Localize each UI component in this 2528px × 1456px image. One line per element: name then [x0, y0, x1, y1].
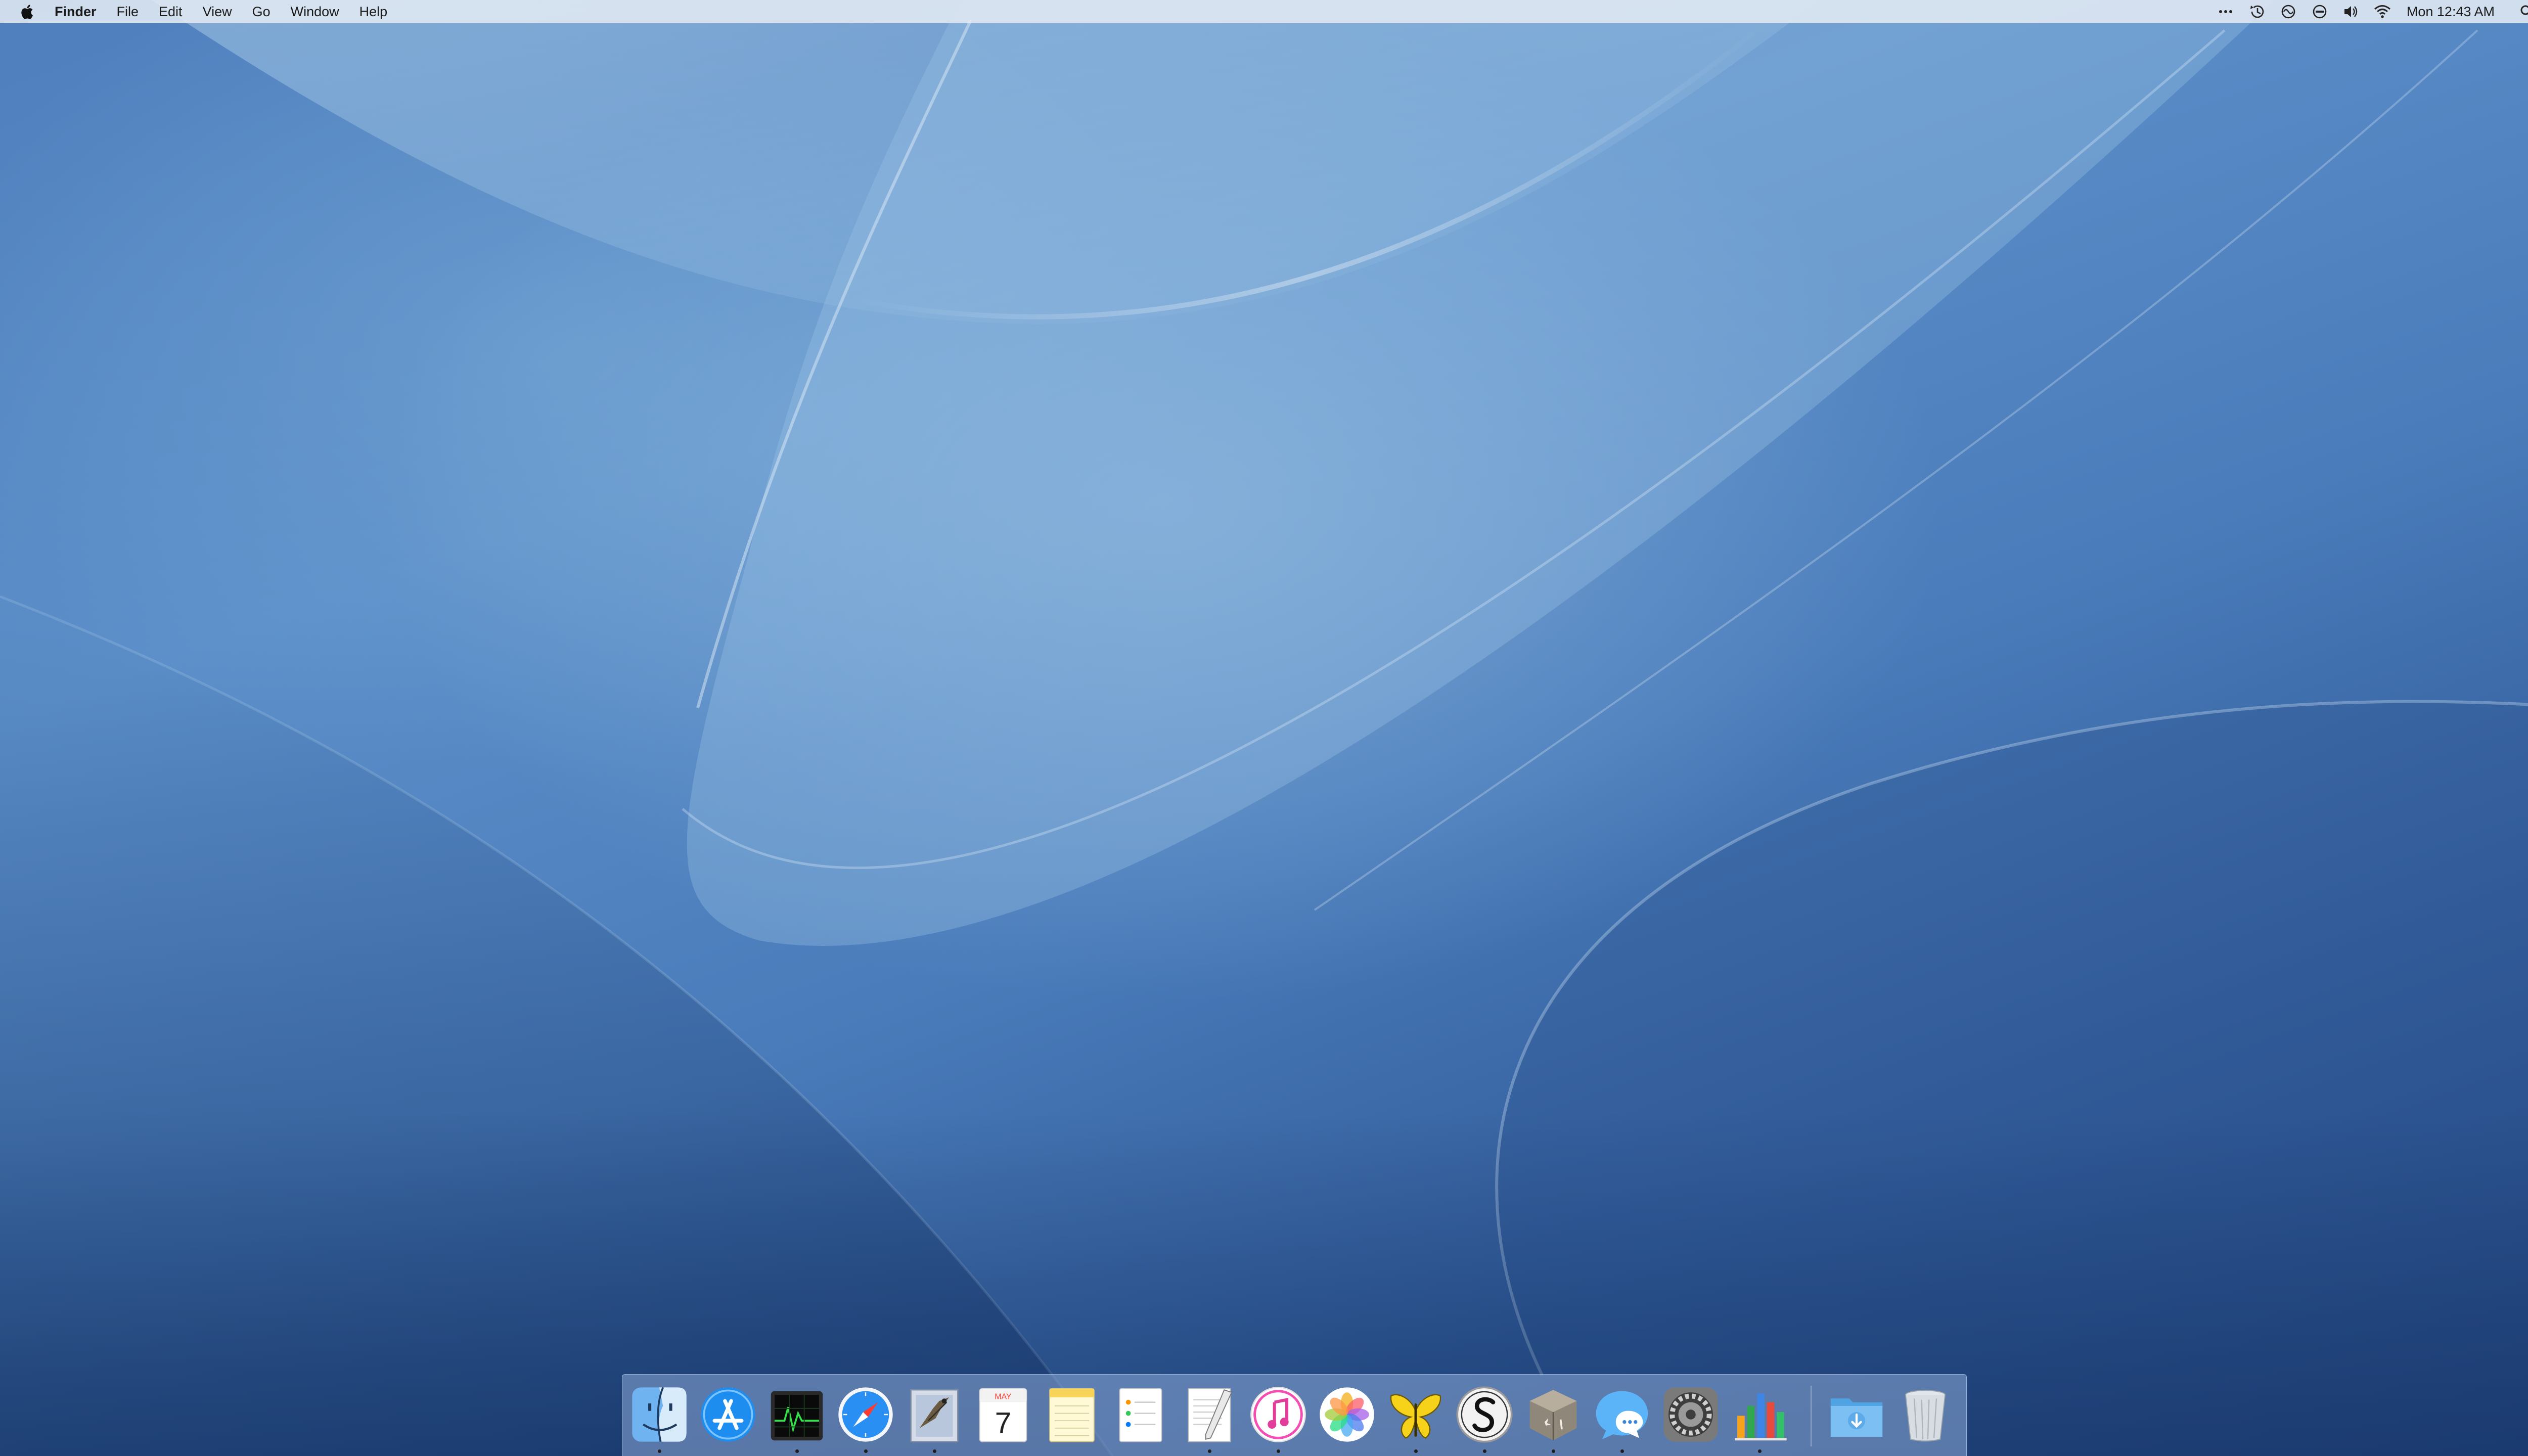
menu-edit[interactable]: Edit [159, 0, 183, 23]
desktop: Finder File Edit View Go Window Help Mon… [0, 0, 2528, 1456]
menu-clock[interactable]: Mon 12:43 AM [2407, 4, 2495, 20]
menu-view[interactable]: View [203, 0, 232, 23]
messages-icon [1596, 1391, 1648, 1439]
dock-system-preferences[interactable] [1660, 1384, 1722, 1445]
spotlight-icon[interactable] [2517, 2, 2528, 22]
dock-scrivener[interactable] [1454, 1384, 1515, 1453]
scrivener-icon [1456, 1386, 1513, 1443]
menu-go[interactable]: Go [252, 0, 270, 23]
running-indicator [1277, 1449, 1280, 1453]
numbers-icon [1735, 1393, 1787, 1441]
siri-icon[interactable] [2278, 2, 2298, 22]
dock-archive-utility[interactable] [1522, 1384, 1584, 1453]
butterfly-icon [1390, 1394, 1441, 1439]
calendar-day: 7 [995, 1407, 1012, 1440]
dock: MAY 7 [622, 1374, 1967, 1456]
running-indicator [1620, 1449, 1624, 1453]
menu-bar: Finder File Edit View Go Window Help Mon… [0, 0, 2528, 23]
menu-app-name[interactable]: Finder [55, 0, 97, 23]
dock-numbers[interactable] [1729, 1384, 1790, 1453]
finder-icon [632, 1387, 687, 1442]
running-indicator [933, 1449, 936, 1453]
trash-icon [1905, 1390, 1946, 1442]
running-indicator [1758, 1449, 1762, 1453]
textedit-icon [1188, 1388, 1233, 1442]
dock-app-store[interactable] [697, 1384, 759, 1445]
running-indicator [795, 1449, 799, 1453]
gear-icon [1663, 1387, 1718, 1442]
more-dots-icon[interactable] [2216, 2, 2236, 22]
dock-reminders[interactable] [1110, 1384, 1171, 1445]
wallpaper-waves [0, 0, 2528, 1456]
notes-icon [1049, 1388, 1095, 1442]
dock-textedit[interactable] [1179, 1384, 1240, 1453]
dock-mail[interactable] [904, 1384, 965, 1453]
mail-icon [910, 1389, 959, 1442]
running-indicator [1208, 1449, 1211, 1453]
dock-downloads-folder[interactable] [1826, 1384, 1887, 1445]
calendar-icon: MAY 7 [979, 1388, 1027, 1442]
downloads-folder-icon [1830, 1398, 1883, 1437]
dock-tes[interactable] [1385, 1384, 1447, 1453]
photos-icon [1320, 1387, 1374, 1442]
archive-box-icon [1529, 1390, 1577, 1441]
wifi-icon[interactable] [2372, 2, 2392, 22]
dock-messages[interactable] [1591, 1384, 1653, 1453]
safari-icon [838, 1387, 893, 1442]
apple-menu-icon[interactable] [19, 2, 36, 22]
do-not-disturb-icon[interactable] [2310, 2, 2330, 22]
dock-finder[interactable] [628, 1384, 690, 1453]
running-indicator [1414, 1449, 1418, 1453]
dock-trash[interactable] [1894, 1384, 1956, 1445]
running-indicator [1483, 1449, 1486, 1453]
dock-activity-monitor[interactable] [766, 1384, 828, 1453]
running-indicator [864, 1449, 868, 1453]
running-indicator [658, 1449, 661, 1453]
dock-separator [1811, 1386, 1812, 1446]
menu-window[interactable]: Window [291, 0, 339, 23]
time-machine-icon[interactable] [2247, 2, 2267, 22]
reminders-icon [1119, 1388, 1162, 1442]
dock-notes[interactable] [1041, 1384, 1103, 1445]
menu-file[interactable]: File [117, 0, 139, 23]
running-indicator [1552, 1449, 1555, 1453]
dock-safari[interactable] [835, 1384, 896, 1453]
menu-help[interactable]: Help [359, 0, 388, 23]
dock-itunes[interactable] [1247, 1384, 1309, 1453]
volume-icon[interactable] [2341, 2, 2361, 22]
app-store-icon [701, 1387, 755, 1442]
dock-calendar[interactable]: MAY 7 [972, 1384, 1034, 1445]
itunes-icon [1250, 1387, 1306, 1442]
activity-monitor-icon [771, 1391, 823, 1441]
calendar-month: MAY [995, 1393, 1012, 1401]
dock-photos[interactable] [1316, 1384, 1378, 1445]
